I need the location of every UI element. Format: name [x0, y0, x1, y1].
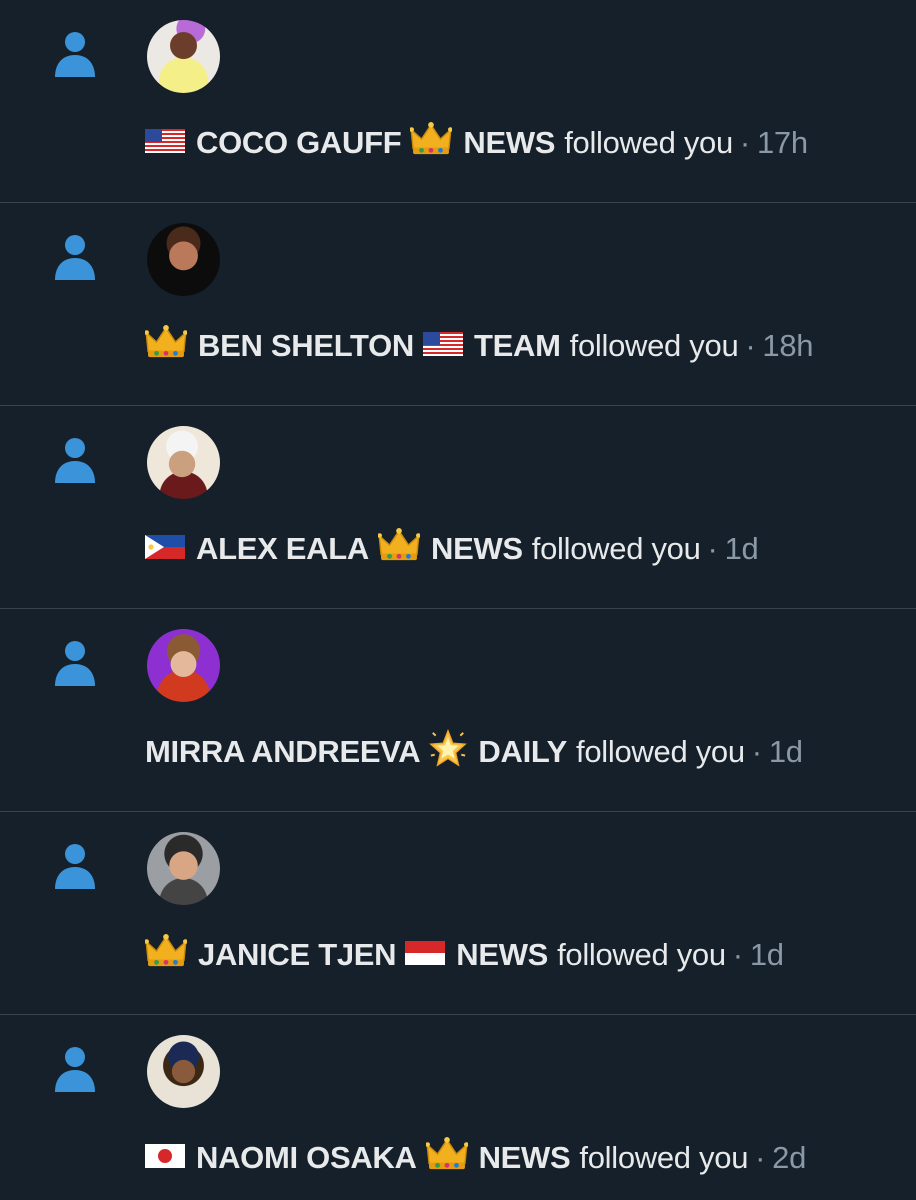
timestamp: 1d	[768, 734, 803, 769]
crown-icon	[145, 325, 187, 367]
account-name-main: COCO GAUFF	[196, 125, 402, 160]
account-name-main: BEN SHELTON	[198, 328, 415, 363]
timestamp: 17h	[756, 125, 808, 160]
person-follow-icon	[53, 843, 97, 889]
person-follow-icon	[53, 640, 97, 686]
flag-us-icon	[423, 328, 463, 364]
person-follow-icon	[53, 437, 97, 483]
notification-text: NAOMI OSAKA NEWS followed you · 2d	[145, 1135, 806, 1181]
avatar[interactable]	[147, 20, 220, 93]
person-follow-icon	[53, 234, 97, 280]
account-name-suffix: DAILY	[478, 734, 568, 769]
glowing-star-icon	[429, 729, 467, 775]
person-follow-icon	[53, 437, 97, 483]
crown-icon	[426, 1137, 468, 1179]
notification-text: COCO GAUFF NEWS followed you · 17h	[145, 120, 808, 166]
person-follow-icon	[53, 31, 97, 77]
avatar[interactable]	[147, 426, 220, 499]
crown-icon	[410, 122, 452, 164]
account-name[interactable]: ALEX EALA NEWS	[145, 528, 532, 570]
action-text: followed you	[569, 328, 739, 363]
separator-dot: ·	[751, 734, 762, 769]
flag-us-icon	[423, 332, 463, 356]
flag-us-icon	[145, 125, 185, 161]
account-name-suffix: NEWS	[478, 1140, 571, 1175]
avatar[interactable]	[147, 1035, 220, 1108]
crown-icon	[378, 528, 420, 570]
account-name-suffix: NEWS	[430, 531, 523, 566]
account-name-suffix: TEAM	[474, 328, 561, 363]
crown-icon	[145, 325, 187, 359]
separator-dot: ·	[732, 937, 743, 972]
separator-dot: ·	[745, 328, 756, 363]
separator-dot: ·	[707, 531, 718, 566]
notification-item[interactable]: ALEX EALA NEWS followed you · 1d	[0, 406, 916, 609]
account-name-main: JANICE TJEN	[198, 937, 397, 972]
action-text: followed you	[564, 125, 733, 160]
account-name[interactable]: BEN SHELTON TEAM	[145, 325, 570, 367]
crown-icon	[145, 934, 187, 968]
glowing-star-icon	[429, 729, 467, 767]
flag-id-icon	[405, 941, 445, 965]
action-text: followed you	[557, 937, 726, 972]
account-name[interactable]: NAOMI OSAKA NEWS	[145, 1137, 579, 1179]
notification-item[interactable]: BEN SHELTON TEAM followed you · 18h	[0, 203, 916, 406]
account-name[interactable]: JANICE TJEN NEWS	[145, 934, 557, 976]
flag-ph-icon	[145, 535, 185, 559]
person-follow-icon	[53, 31, 97, 77]
crown-icon	[410, 122, 452, 156]
avatar[interactable]	[147, 223, 220, 296]
crown-icon	[378, 528, 420, 562]
person-follow-icon	[53, 640, 97, 686]
notification-text: ALEX EALA NEWS followed you · 1d	[145, 526, 759, 572]
account-name-main: ALEX EALA	[196, 531, 369, 566]
action-text: followed you	[576, 734, 745, 769]
crown-icon	[426, 1137, 468, 1171]
flag-ph-icon	[145, 531, 185, 567]
person-follow-icon	[53, 234, 97, 280]
person-follow-icon	[53, 1046, 97, 1092]
notification-item[interactable]: COCO GAUFF NEWS followed you · 17h	[0, 0, 916, 203]
timestamp: 1d	[749, 937, 784, 972]
account-name-main: NAOMI OSAKA	[196, 1140, 417, 1175]
action-text: followed you	[531, 531, 701, 566]
notification-text: MIRRA ANDREEVA DAILY followed you · 1d	[145, 729, 803, 775]
account-name[interactable]: MIRRA ANDREEVA DAILY	[145, 729, 576, 775]
timestamp: 1d	[724, 531, 759, 566]
separator-dot: ·	[755, 1140, 766, 1175]
account-name-main: MIRRA ANDREEVA	[145, 734, 421, 769]
timestamp: 18h	[762, 328, 814, 363]
account-name-suffix: NEWS	[463, 125, 556, 160]
person-follow-icon	[53, 1046, 97, 1092]
notification-text: JANICE TJEN NEWS followed you · 1d	[145, 932, 784, 978]
crown-icon	[145, 934, 187, 976]
notification-text: BEN SHELTON TEAM followed you · 18h	[145, 323, 814, 369]
account-name[interactable]: COCO GAUFF NEWS	[145, 122, 564, 164]
flag-id-icon	[405, 937, 445, 973]
account-name-suffix: NEWS	[456, 937, 549, 972]
person-follow-icon	[53, 843, 97, 889]
separator-dot: ·	[739, 125, 750, 160]
avatar[interactable]	[147, 629, 220, 702]
notification-item[interactable]: NAOMI OSAKA NEWS followed you · 2d	[0, 1015, 916, 1200]
flag-us-icon	[145, 129, 185, 153]
timestamp: 2d	[772, 1140, 807, 1175]
action-text: followed you	[579, 1140, 749, 1175]
notification-item[interactable]: JANICE TJEN NEWS followed you · 1d	[0, 812, 916, 1015]
notification-item[interactable]: MIRRA ANDREEVA DAILY followed you · 1d	[0, 609, 916, 812]
avatar[interactable]	[147, 832, 220, 905]
flag-jp-icon	[145, 1140, 185, 1176]
flag-jp-icon	[145, 1144, 185, 1168]
notifications-feed: COCO GAUFF NEWS followed you · 17h BEN SHELTO…	[0, 0, 916, 1200]
